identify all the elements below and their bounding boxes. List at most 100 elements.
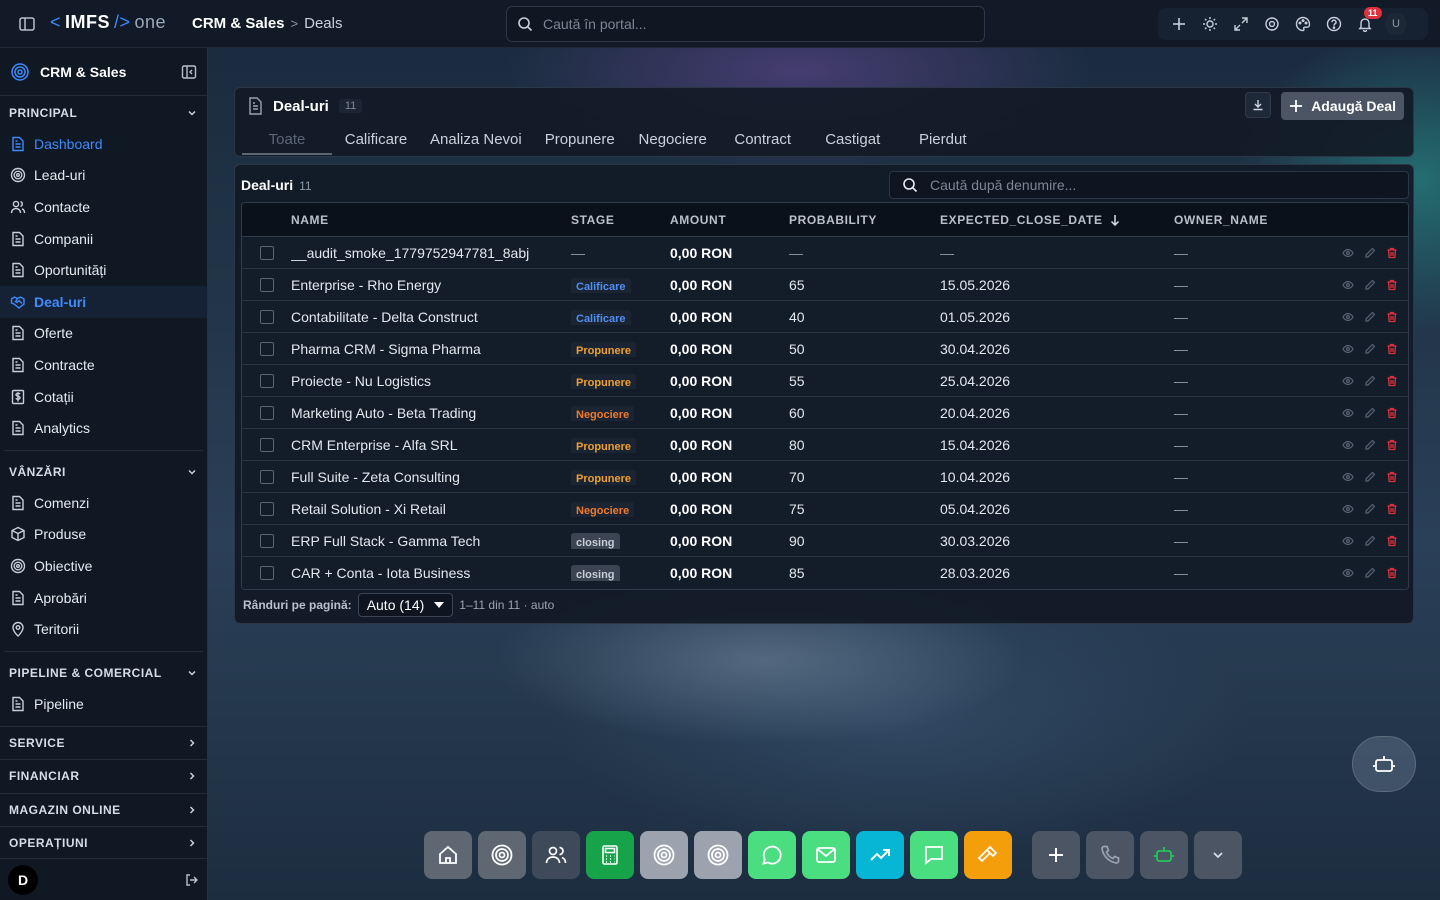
column-name[interactable]: NAME	[291, 213, 571, 227]
row-checkbox[interactable]	[259, 501, 274, 516]
sidebar-item-oportunitati[interactable]: Oportunități	[0, 254, 207, 286]
breadcrumb-crm[interactable]: CRM & Sales	[192, 15, 285, 32]
table-row[interactable]: Full Suite - Zeta Consulting Propunere 0,0…	[242, 461, 1408, 493]
dock-button-phone[interactable]	[1086, 831, 1134, 879]
table-search-input[interactable]	[930, 177, 1390, 193]
cell-name[interactable]: CAR + Conta - Iota Business	[291, 565, 571, 581]
delete-icon[interactable]	[1386, 471, 1398, 483]
dock-button-plus[interactable]	[1032, 831, 1080, 879]
help-icon[interactable]	[1323, 13, 1345, 35]
sidebar-item-aprobari[interactable]: Aprobări	[0, 582, 207, 614]
tab-toate[interactable]: Toate	[242, 125, 332, 155]
cell-name[interactable]: CRM Enterprise - Alfa SRL	[291, 437, 571, 453]
portal-search[interactable]	[506, 6, 985, 42]
dock-button-chevron-down[interactable]	[1194, 831, 1242, 879]
edit-icon[interactable]	[1364, 247, 1376, 259]
edit-icon[interactable]	[1364, 279, 1376, 291]
sidebar-item-cotatii[interactable]: Cotații	[0, 381, 207, 413]
delete-icon[interactable]	[1386, 439, 1398, 451]
section-principal[interactable]: PRINCIPAL	[0, 98, 207, 128]
table-row[interactable]: Contabilitate - Delta Construct Calificar…	[242, 301, 1408, 333]
row-checkbox[interactable]	[259, 277, 274, 292]
row-checkbox[interactable]	[259, 469, 274, 484]
sidebar-item-produse[interactable]: Produse	[0, 519, 207, 551]
row-checkbox[interactable]	[259, 437, 274, 452]
column-amount[interactable]: AMOUNT	[670, 213, 789, 227]
tab-pierdut[interactable]: Pierdut	[898, 125, 988, 155]
sidebar-item-dashboard[interactable]: Dashboard	[0, 128, 207, 160]
sidebar-item-analytics[interactable]: Analytics	[0, 412, 207, 444]
sidebar-item-lead-uri[interactable]: Lead-uri	[0, 160, 207, 192]
edit-icon[interactable]	[1364, 503, 1376, 515]
sidebar-item-obiective[interactable]: Obiective	[0, 550, 207, 582]
edit-icon[interactable]	[1364, 535, 1376, 547]
delete-icon[interactable]	[1386, 535, 1398, 547]
sidebar-item-pipeline[interactable]: Pipeline	[0, 688, 207, 720]
delete-icon[interactable]	[1386, 279, 1398, 291]
delete-icon[interactable]	[1386, 343, 1398, 355]
row-checkbox[interactable]	[259, 245, 274, 260]
cell-name[interactable]: Pharma CRM - Sigma Pharma	[291, 341, 571, 357]
dock-button-trending-up[interactable]	[856, 831, 904, 879]
edit-icon[interactable]	[1364, 439, 1376, 451]
row-checkbox[interactable]	[259, 373, 274, 388]
edit-icon[interactable]	[1364, 311, 1376, 323]
tab-negociere[interactable]: Negociere	[628, 125, 718, 155]
view-icon[interactable]	[1342, 311, 1354, 323]
cell-name[interactable]: ERP Full Stack - Gamma Tech	[291, 533, 571, 549]
section-pipeline[interactable]: PIPELINE & COMERCIAL	[0, 658, 207, 688]
delete-icon[interactable]	[1386, 311, 1398, 323]
tab-calificare[interactable]: Calificare	[332, 125, 420, 155]
plus-icon[interactable]	[1168, 13, 1190, 35]
dock-button-bot[interactable]	[1140, 831, 1188, 879]
view-icon[interactable]	[1342, 279, 1354, 291]
assistant-bot-button[interactable]	[1352, 736, 1416, 792]
cell-name[interactable]: Full Suite - Zeta Consulting	[291, 469, 571, 485]
dock-button-target[interactable]	[478, 831, 526, 879]
table-row[interactable]: Proiecte - Nu Logistics Propunere 0,00 RON…	[242, 365, 1408, 397]
edit-icon[interactable]	[1364, 375, 1376, 387]
dock-button-target[interactable]	[694, 831, 742, 879]
delete-icon[interactable]	[1386, 503, 1398, 515]
row-checkbox[interactable]	[259, 309, 274, 324]
row-checkbox[interactable]	[259, 566, 274, 580]
table-row[interactable]: Retail Solution - Xi Retail Negociere 0,00…	[242, 493, 1408, 525]
dock-button-mail[interactable]	[802, 831, 850, 879]
palette-icon[interactable]	[1292, 13, 1314, 35]
table-row[interactable]: Marketing Auto - Beta Trading Negociere 0,…	[242, 397, 1408, 429]
dock-button-chat[interactable]	[910, 831, 958, 879]
view-icon[interactable]	[1342, 535, 1354, 547]
view-icon[interactable]	[1342, 503, 1354, 515]
section-operatiuni[interactable]: OPERAȚIUNI	[0, 826, 207, 860]
delete-icon[interactable]	[1386, 407, 1398, 419]
delete-icon[interactable]	[1386, 247, 1398, 259]
section-service[interactable]: SERVICE	[0, 725, 207, 760]
cell-name[interactable]: Enterprise - Rho Energy	[291, 277, 571, 293]
fullscreen-icon[interactable]	[1230, 13, 1252, 35]
table-search[interactable]	[889, 171, 1409, 199]
table-row[interactable]: Pharma CRM - Sigma Pharma Propunere 0,00 R…	[242, 333, 1408, 365]
table-row[interactable]: ERP Full Stack - Gamma Tech closing 0,00 R…	[242, 525, 1408, 557]
gear-icon[interactable]	[1261, 13, 1283, 35]
table-row[interactable]: CAR + Conta - Iota Business closing 0,00 R…	[242, 557, 1408, 589]
column-owner-name[interactable]: OWNER_NAME	[1174, 213, 1334, 227]
view-icon[interactable]	[1342, 567, 1354, 579]
cell-name[interactable]: Marketing Auto - Beta Trading	[291, 405, 571, 421]
table-row[interactable]: CRM Enterprise - Alfa SRL Propunere 0,00 R…	[242, 429, 1408, 461]
sidebar-item-oferte[interactable]: Oferte	[0, 318, 207, 350]
download-button[interactable]	[1245, 92, 1272, 118]
sidebar-item-teritorii[interactable]: Teritorii	[0, 613, 207, 645]
dock-button-target[interactable]	[640, 831, 688, 879]
view-icon[interactable]	[1342, 439, 1354, 451]
edit-icon[interactable]	[1364, 407, 1376, 419]
view-icon[interactable]	[1342, 471, 1354, 483]
add-deal-button[interactable]: Adaugă Deal	[1281, 92, 1404, 120]
section-financiar[interactable]: FINANCIAR	[0, 759, 207, 793]
tab-analiza-nevoi[interactable]: Analiza Nevoi	[420, 125, 532, 155]
logout-icon[interactable]	[185, 873, 199, 887]
portal-search-input[interactable]	[543, 16, 943, 32]
sidebar-item-companii[interactable]: Companii	[0, 223, 207, 255]
delete-icon[interactable]	[1386, 375, 1398, 387]
app-logo[interactable]: < IMFS/> one	[50, 12, 166, 33]
edit-icon[interactable]	[1364, 343, 1376, 355]
